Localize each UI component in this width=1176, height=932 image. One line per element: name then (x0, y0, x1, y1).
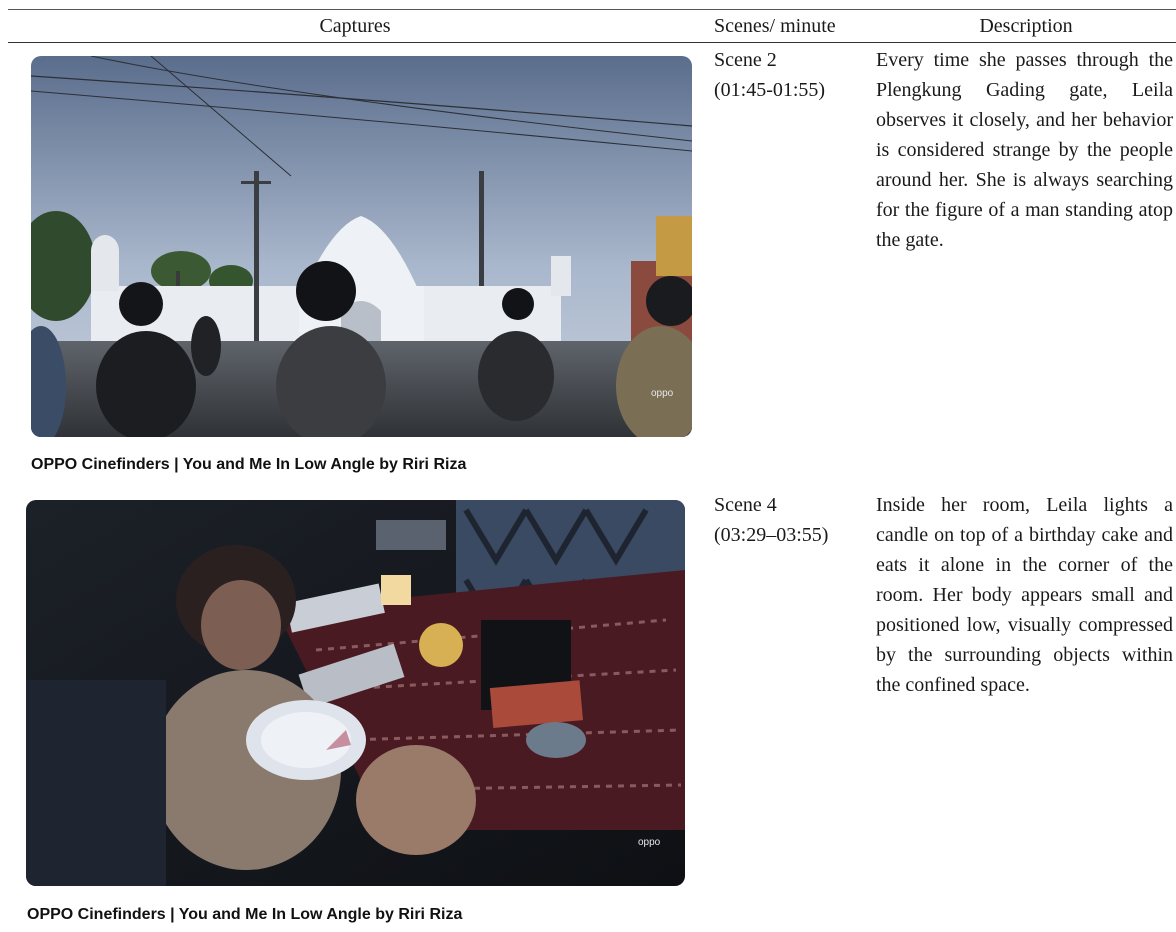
scene-description: Every time she passes through the Plengk… (876, 49, 1173, 251)
scene-cell: Scene 4 (03:29–03:55) (714, 490, 874, 550)
oppo-watermark: oppo (651, 388, 674, 399)
scene-minute: (01:45-01:55) (714, 79, 826, 101)
scene-4-still-image: oppo (26, 500, 685, 886)
header-captures: Captures (319, 15, 391, 37)
header-scenes-minute: Scenes/ minute (714, 15, 836, 37)
scene-number: Scene 4 (714, 494, 777, 516)
scene-minute: (03:29–03:55) (714, 524, 829, 546)
table-header-rule (8, 42, 1176, 43)
header-description: Description (979, 15, 1073, 37)
scene-description: Inside her room, Leila lights a candle o… (876, 494, 1173, 696)
image-caption: OPPO Cinefinders | You and Me In Low Ang… (27, 906, 463, 923)
table-top-rule (8, 9, 1176, 10)
scene-number: Scene 2 (714, 49, 777, 71)
scene-2-still-image: oppo (31, 56, 692, 437)
oppo-watermark: oppo (638, 837, 661, 848)
image-caption: OPPO Cinefinders | You and Me In Low Ang… (31, 456, 467, 473)
scene-cell: Scene 2 (01:45-01:55) (714, 45, 874, 105)
